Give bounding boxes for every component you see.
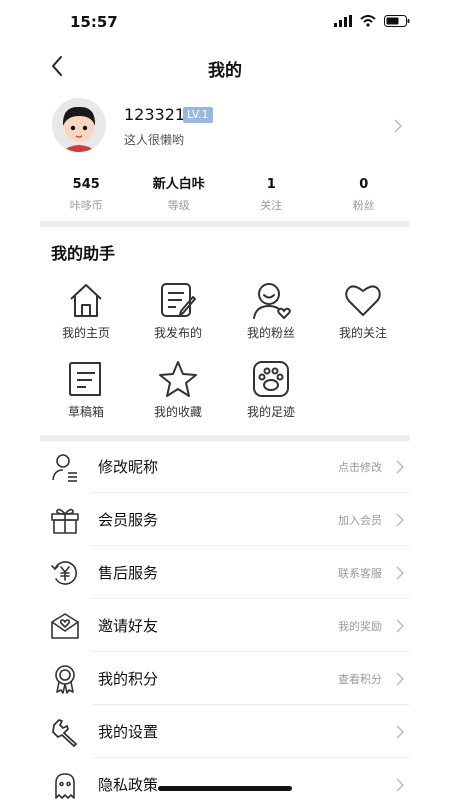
medal-icon	[55, 665, 75, 694]
chevron-right-icon	[396, 778, 404, 792]
heart-icon	[345, 285, 381, 316]
menu-hint: 联系客服	[338, 567, 382, 580]
stat-label: 粉丝	[352, 199, 375, 212]
chevron-right-icon	[396, 725, 404, 739]
stat-level[interactable]: 新人白咔 等级	[133, 176, 226, 216]
stat-label: 关注	[260, 199, 283, 212]
ghost-icon	[55, 773, 75, 799]
chevron-right-icon	[396, 460, 404, 474]
star-icon	[159, 361, 197, 397]
page-title: 我的	[208, 61, 242, 81]
grid-label: 我的主页	[61, 326, 110, 340]
status-bar: 15:57	[0, 0, 450, 44]
mail-heart-icon	[51, 613, 79, 639]
stat-label: 等级	[167, 199, 190, 212]
yen-refresh-icon	[51, 561, 77, 585]
helper-section-title: 我的助手	[51, 244, 116, 263]
home-indicator	[158, 786, 292, 791]
menu-hint: 查看积分	[338, 673, 382, 686]
stat-value: 新人白咔	[152, 177, 205, 192]
menu-item-points[interactable]: 我的积分 查看积分	[40, 652, 410, 705]
gift-icon	[51, 508, 79, 534]
grid-label: 我的关注	[338, 326, 387, 340]
chevron-right-icon	[394, 119, 403, 133]
paw-icon	[253, 361, 289, 397]
chevron-right-icon	[396, 672, 404, 686]
battery-icon	[384, 15, 410, 27]
profile-header[interactable]: 123321 LV.1 这人很懒哟	[0, 96, 450, 156]
grid-item-following[interactable]: 我的关注	[317, 280, 409, 350]
status-time: 15:57	[70, 13, 118, 31]
wifi-icon	[360, 15, 376, 27]
chevron-right-icon	[396, 566, 404, 580]
stat-value: 0	[359, 177, 369, 192]
stat-value: 545	[72, 177, 100, 192]
user-edit-icon	[52, 454, 77, 482]
menu-hint: 我的奖励	[338, 620, 382, 633]
username: 123321	[124, 105, 186, 124]
level-badge: LV.1	[183, 107, 213, 123]
avatar[interactable]	[52, 98, 106, 152]
grid-item-home[interactable]: 我的主页	[40, 280, 132, 350]
stat-fans[interactable]: 0 粉丝	[318, 176, 411, 216]
signature: 这人很懒哟	[124, 133, 185, 147]
menu-label: 售后服务	[98, 564, 159, 582]
menu-item-membership[interactable]: 会员服务 加入会员	[40, 493, 410, 546]
chevron-right-icon	[396, 513, 404, 527]
menu-label: 会员服务	[98, 511, 159, 529]
grid-item-published[interactable]: 我发布的	[132, 280, 224, 350]
menu-item-after-sales[interactable]: 售后服务 联系客服	[40, 546, 410, 599]
grid-label: 草稿箱	[67, 405, 104, 419]
grid-label: 我的粉丝	[246, 326, 295, 340]
menu-label: 隐私政策	[98, 776, 159, 794]
menu-item-invite[interactable]: 邀请好友 我的奖励	[40, 599, 410, 652]
draft-icon	[69, 362, 101, 396]
section-divider	[40, 221, 410, 227]
menu-hint: 加入会员	[338, 514, 382, 527]
menu-item-privacy[interactable]: 隐私政策	[40, 758, 410, 811]
menu-label: 我的积分	[98, 670, 159, 688]
stat-coins[interactable]: 545 咔哆币	[40, 176, 133, 216]
grid-label: 我发布的	[153, 326, 202, 340]
grid-label: 我的收藏	[153, 405, 202, 419]
home-icon	[70, 284, 102, 317]
menu-list: 修改昵称 点击修改 会员服务 加入会员 售后服务 联系客服 邀请好友 我的奖励	[40, 440, 410, 811]
person-heart-icon	[253, 283, 291, 320]
stat-value: 1	[266, 177, 276, 192]
status-icons	[334, 15, 410, 27]
edit-note-icon	[161, 283, 196, 317]
grid-label: 我的足迹	[246, 405, 295, 419]
menu-label: 邀请好友	[98, 617, 159, 635]
grid-item-drafts[interactable]: 草稿箱	[40, 359, 132, 429]
stat-label: 咔哆币	[69, 199, 103, 212]
menu-item-settings[interactable]: 我的设置	[40, 705, 410, 758]
grid-item-favorites[interactable]: 我的收藏	[132, 359, 224, 429]
menu-label: 我的设置	[98, 723, 159, 741]
menu-label: 修改昵称	[98, 458, 159, 476]
stats-row: 545 咔哆币 新人白咔 等级 1 关注 0 粉丝	[40, 176, 410, 216]
stat-following[interactable]: 1 关注	[225, 176, 318, 216]
menu-item-nickname[interactable]: 修改昵称 点击修改	[40, 440, 410, 493]
signal-icon	[334, 15, 352, 27]
grid-item-fans[interactable]: 我的粉丝	[225, 280, 317, 350]
nav-bar: 我的	[0, 44, 450, 88]
grid-item-footprint[interactable]: 我的足迹	[225, 359, 317, 429]
wrench-icon	[52, 719, 77, 747]
menu-hint: 点击修改	[338, 461, 382, 474]
chevron-right-icon	[396, 619, 404, 633]
